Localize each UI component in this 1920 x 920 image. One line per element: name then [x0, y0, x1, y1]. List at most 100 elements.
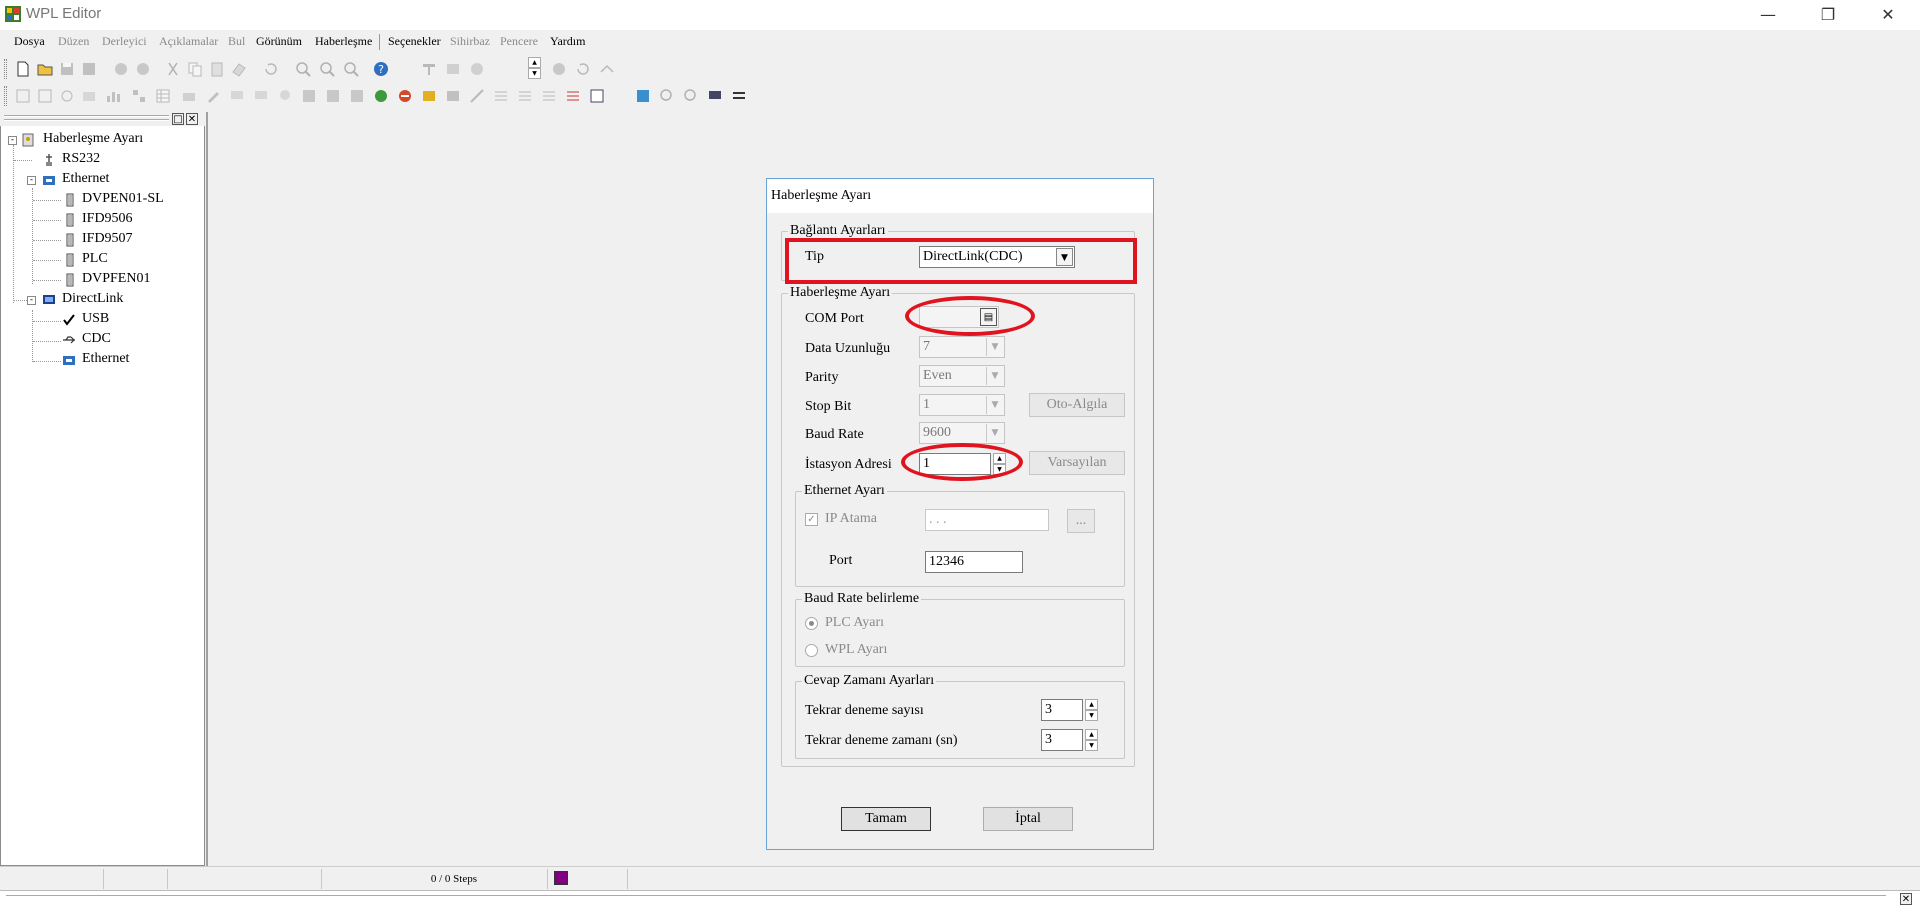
- data-length-select[interactable]: 7 ▼: [919, 336, 1005, 358]
- chevron-down-icon[interactable]: ▼: [986, 338, 1003, 356]
- tree-toggle-ethernet[interactable]: -: [27, 176, 36, 185]
- ladder-icon[interactable]: [420, 60, 438, 78]
- menu-dosya[interactable]: Dosya: [14, 34, 45, 49]
- pen-icon[interactable]: [204, 87, 222, 105]
- redo-icon[interactable]: [134, 60, 152, 78]
- default-button[interactable]: Varsayılan: [1029, 451, 1125, 475]
- stop-run-icon[interactable]: [396, 87, 414, 105]
- screen-icon[interactable]: [634, 87, 652, 105]
- ip-browse-button[interactable]: ...: [1067, 509, 1095, 533]
- restore-button[interactable]: ❐: [1800, 0, 1856, 30]
- list-red-icon[interactable]: [564, 87, 582, 105]
- chart-bar-icon[interactable]: [104, 87, 122, 105]
- port-input[interactable]: 12346: [925, 551, 1023, 573]
- comm-setting-icon[interactable]: [706, 87, 724, 105]
- find-icon[interactable]: [658, 87, 676, 105]
- ok-button[interactable]: Tamam: [841, 807, 931, 831]
- menu-sihirbaz[interactable]: Sihirbaz: [450, 34, 490, 49]
- run-icon[interactable]: [372, 87, 390, 105]
- tree-item-label: DVPEN01-SL: [82, 191, 164, 206]
- chevron-down-icon[interactable]: ▼: [986, 424, 1003, 442]
- toolbar-grip-2[interactable]: [4, 86, 7, 106]
- table-icon[interactable]: [154, 87, 172, 105]
- contact-nc-icon[interactable]: [36, 87, 54, 105]
- chevron-down-icon[interactable]: ▼: [986, 367, 1003, 385]
- paste-icon[interactable]: [208, 60, 226, 78]
- parity-select[interactable]: Even ▼: [919, 365, 1005, 387]
- menu-aciklamalar[interactable]: Açıklamalar: [159, 34, 218, 49]
- tree-toggle-directlink[interactable]: -: [27, 296, 36, 305]
- menu-bul[interactable]: Bul: [228, 34, 245, 49]
- comment-icon[interactable]: [228, 87, 246, 105]
- retry-count-input[interactable]: 3: [1041, 699, 1083, 721]
- bulb-icon[interactable]: [276, 87, 294, 105]
- block1-icon[interactable]: [300, 87, 318, 105]
- contact-no-icon[interactable]: [14, 87, 32, 105]
- list3-icon[interactable]: [540, 87, 558, 105]
- stop-icon[interactable]: [550, 60, 568, 78]
- cut-icon[interactable]: [164, 60, 182, 78]
- list1-icon[interactable]: [492, 87, 510, 105]
- close-panel-icon[interactable]: ✕: [186, 113, 198, 125]
- list2-icon[interactable]: [516, 87, 534, 105]
- plc-setting-radio[interactable]: [805, 617, 818, 630]
- monitor2-icon[interactable]: [444, 87, 462, 105]
- cycle-icon[interactable]: [574, 60, 592, 78]
- menu-yardim[interactable]: Yardım: [550, 34, 585, 49]
- save-as-icon[interactable]: [80, 60, 98, 78]
- help-icon[interactable]: ?: [372, 60, 390, 78]
- comment2-icon[interactable]: [252, 87, 270, 105]
- wpl-setting-radio[interactable]: [805, 644, 818, 657]
- pin-icon[interactable]: □: [172, 113, 184, 125]
- online-icon[interactable]: [420, 87, 438, 105]
- ip-assign-checkbox[interactable]: ✓: [805, 513, 818, 526]
- zoom-in-icon[interactable]: [318, 60, 336, 78]
- find-next-icon[interactable]: [682, 87, 700, 105]
- undo-icon[interactable]: [112, 60, 130, 78]
- window-icon[interactable]: [588, 87, 606, 105]
- menu-haberlesme[interactable]: Haberleşme: [315, 34, 372, 49]
- monitor-icon[interactable]: [468, 60, 486, 78]
- baud-rate-select[interactable]: 9600 ▼: [919, 422, 1005, 444]
- ip-address-input[interactable]: . . .: [925, 509, 1049, 531]
- menu-secenekler[interactable]: Seçenekler: [388, 34, 441, 49]
- zoom-out-icon[interactable]: [342, 60, 360, 78]
- tree-toggle-root[interactable]: -: [8, 136, 17, 145]
- device-icon[interactable]: [180, 87, 198, 105]
- minimize-button[interactable]: —: [1740, 0, 1796, 30]
- toolbar-grip[interactable]: [4, 59, 7, 79]
- network-icon[interactable]: [130, 87, 148, 105]
- zoom-icon[interactable]: [294, 60, 312, 78]
- signal-icon[interactable]: [468, 87, 486, 105]
- menu-gorunum[interactable]: Görünüm: [256, 34, 302, 49]
- comm-setting2-icon[interactable]: [730, 87, 748, 105]
- block2-icon[interactable]: [324, 87, 342, 105]
- open-folder-icon[interactable]: [36, 60, 54, 78]
- copy-icon[interactable]: [186, 60, 204, 78]
- module-icon: [66, 213, 74, 227]
- block3-icon[interactable]: [348, 87, 366, 105]
- new-file-icon[interactable]: [14, 60, 32, 78]
- menu-pencere[interactable]: Pencere: [500, 34, 538, 49]
- transfer-icon[interactable]: [598, 60, 616, 78]
- timer-icon[interactable]: [80, 87, 98, 105]
- annotation-highlight-ellipse: [901, 443, 1023, 481]
- bottom-panel-close-icon[interactable]: ✕: [1900, 893, 1912, 905]
- menu-duzen[interactable]: Düzen: [58, 34, 89, 49]
- chevron-down-icon[interactable]: ▼: [986, 396, 1003, 414]
- refresh-icon[interactable]: [262, 60, 280, 78]
- menu-derleyici[interactable]: Derleyici: [102, 34, 147, 49]
- eraser-icon[interactable]: [230, 60, 248, 78]
- stop-bit-select[interactable]: 1 ▼: [919, 394, 1005, 416]
- auto-detect-button[interactable]: Oto-Algıla: [1029, 393, 1125, 417]
- cancel-button[interactable]: İptal: [983, 807, 1073, 831]
- save-icon[interactable]: [58, 60, 76, 78]
- retry-time-input[interactable]: 3: [1041, 729, 1083, 751]
- retry-count-spinner[interactable]: ▲ ▼: [1085, 699, 1098, 721]
- instruction-icon[interactable]: [444, 60, 462, 78]
- close-button[interactable]: ✕: [1860, 0, 1916, 30]
- coil-icon[interactable]: [58, 87, 76, 105]
- dialog-titlebar: Haberleşme Ayarı: [767, 179, 1153, 213]
- zoom-spinner[interactable]: ▲ ▼: [528, 57, 541, 79]
- retry-time-spinner[interactable]: ▲ ▼: [1085, 729, 1098, 751]
